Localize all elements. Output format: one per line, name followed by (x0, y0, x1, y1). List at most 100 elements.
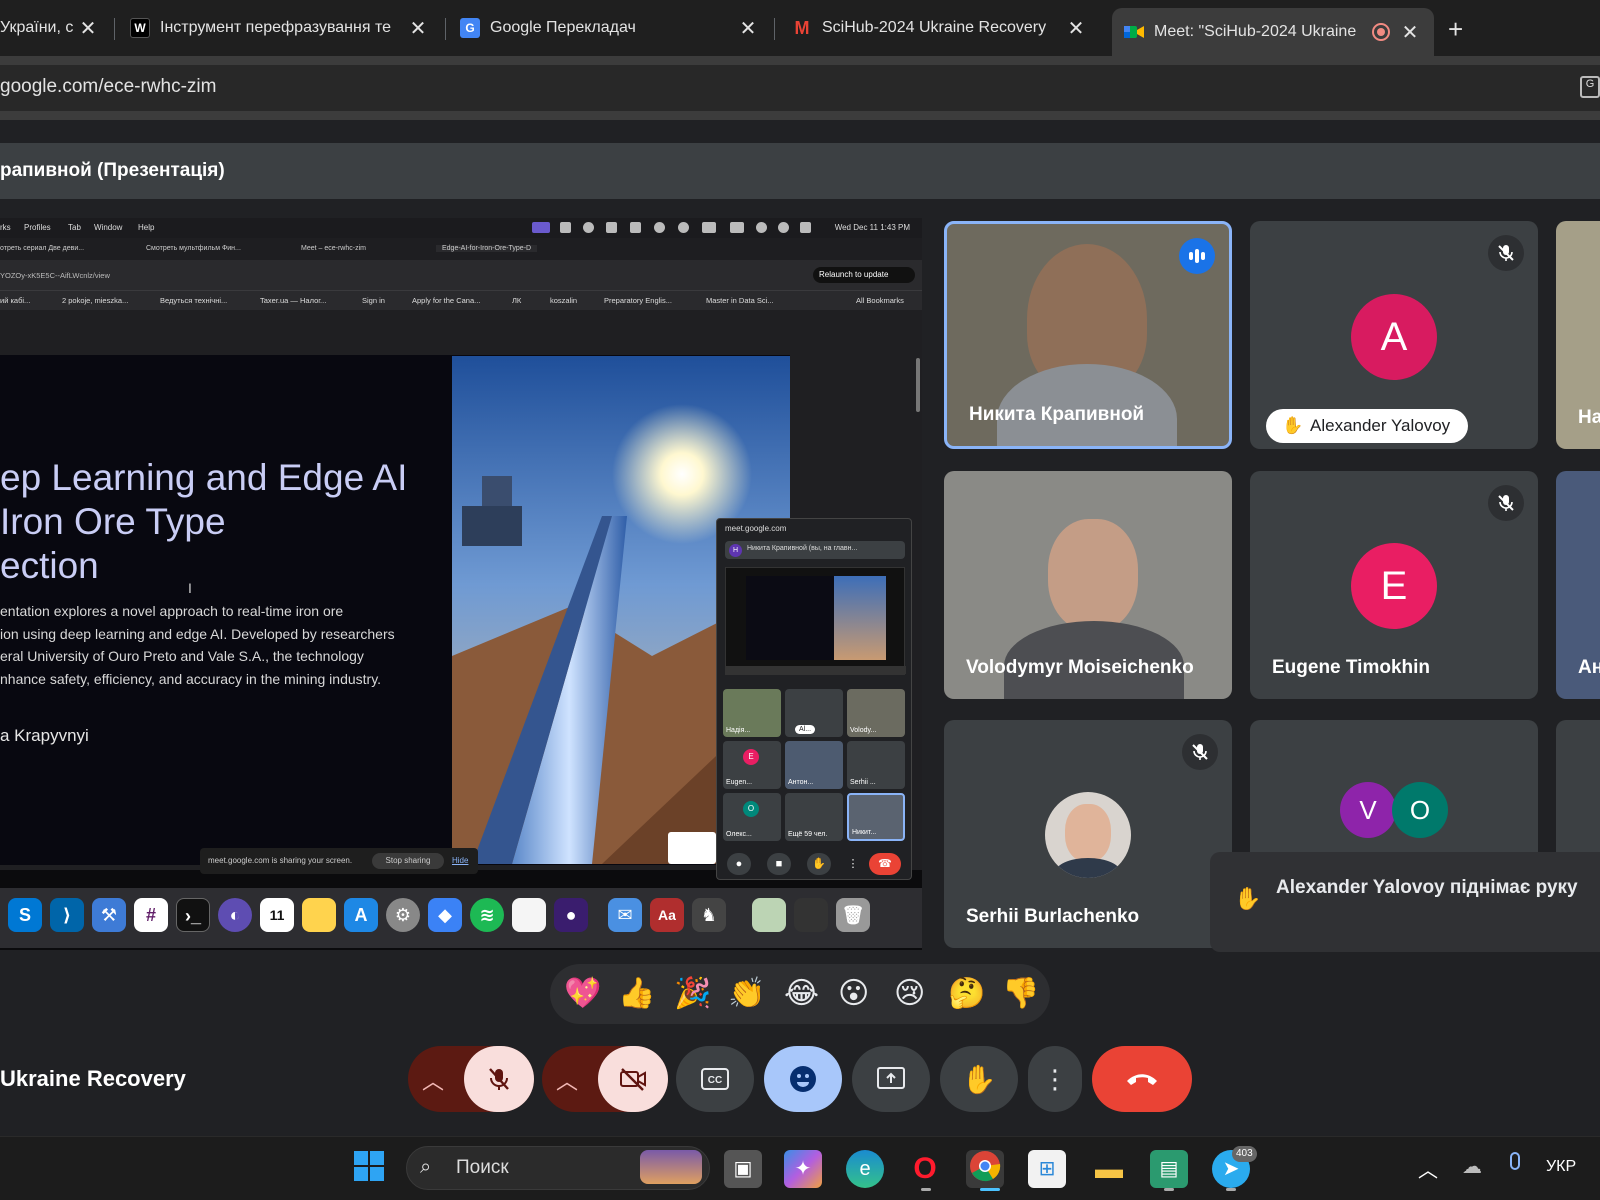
status-icon (583, 222, 594, 233)
reaction-thumbs-down[interactable]: 👎 (1002, 976, 1039, 1011)
tab-title: Google Перекладач (490, 19, 636, 36)
mini-controls: ● ■ ✋ ⋮ ☎ (717, 849, 911, 879)
audio-settings-chevron-icon[interactable]: ︿ (422, 1064, 444, 1096)
close-tab-icon[interactable]: ✕ (736, 16, 760, 41)
tab-paraphrase[interactable]: W Інструмент перефразування те ✕ (130, 8, 430, 48)
participant-tile[interactable]: Никита Крапивной (944, 221, 1232, 449)
reaction-heart[interactable]: 💖 (564, 976, 601, 1011)
close-tab-icon[interactable]: ✕ (76, 16, 100, 41)
app-icon: ◆ (428, 898, 462, 932)
mini-tile: Volody... (847, 689, 905, 737)
mini-meet-window: meet.google.com Никита Крапивной (вы, на… (716, 518, 912, 880)
spotify-icon: ≋ (470, 898, 504, 932)
tab-title: України, с (0, 19, 74, 36)
reaction-thumbs-up[interactable]: 👍 (618, 976, 655, 1011)
tab-meet[interactable]: Meet: "SciHub-2024 Ukraine ✕ (1112, 8, 1434, 56)
raise-hand-button[interactable]: ✋ (940, 1046, 1018, 1112)
google-translate-icon: G (460, 18, 480, 38)
tray-chevron-icon[interactable]: ︿ (1418, 1154, 1438, 1183)
opera-icon[interactable]: O (906, 1150, 944, 1188)
mini-shared-preview (725, 567, 906, 675)
bookmark: ЛК (512, 296, 522, 305)
close-tab-icon[interactable]: ✕ (1398, 20, 1422, 45)
reaction-thinking[interactable]: 🤔 (948, 976, 985, 1011)
reaction-surprised[interactable]: 😮 (838, 976, 869, 1011)
emoji-icon (790, 1066, 816, 1092)
leave-call-button[interactable] (1092, 1046, 1192, 1112)
hand-icon: ✋ (1282, 416, 1304, 435)
menu-item: Help (138, 223, 155, 232)
shared-screen: rks Profiles Tab Window Help Wed Dec 11 … (0, 218, 922, 950)
copilot-icon[interactable]: ✦ (784, 1150, 822, 1188)
bookmark: Sign in (362, 296, 385, 305)
participant-name: Volodymyr Moiseichenko (966, 657, 1194, 678)
status-icon (800, 222, 811, 233)
bookmark: 2 pokoje, mieszka... (62, 296, 129, 305)
camera-toggle-button[interactable] (598, 1046, 668, 1112)
participant-tile[interactable]: Ан (1556, 471, 1600, 699)
keyboard-language[interactable]: УКР (1546, 1158, 1576, 1176)
mini-tile: О Олекс... (723, 793, 781, 841)
reaction-laugh[interactable]: 😂 (784, 976, 819, 1011)
task-view-icon[interactable]: ▣ (724, 1150, 762, 1188)
trash-icon: 🗑 (836, 898, 870, 932)
meet-icon (1124, 22, 1144, 42)
captions-button[interactable]: CC (676, 1046, 754, 1112)
reaction-party[interactable]: 🎉 (674, 976, 711, 1011)
mini-tile: Никит... (847, 793, 905, 841)
participant-tile[interactable]: Serhii Burlachenko (944, 720, 1232, 948)
video-settings-chevron-icon[interactable]: ︿ (556, 1064, 578, 1096)
inner-bookmarks-bar: ий кабі... 2 pokoje, mieszka... Ведуться… (0, 290, 922, 310)
mic-off-icon (1488, 235, 1524, 271)
tab-google-translate[interactable]: G Google Перекладач ✕ (460, 8, 760, 48)
participant-tile[interactable]: Volodymyr Moiseichenko (944, 471, 1232, 699)
bookmark: All Bookmarks (856, 296, 904, 305)
status-icon (532, 222, 550, 233)
more-options-button[interactable]: ⋮ (1028, 1046, 1082, 1112)
address-bar[interactable] (0, 65, 1600, 111)
browser-tab-strip: України, с ✕ W Інструмент перефразування… (0, 0, 1600, 56)
address-url[interactable]: google.com/ece-rwhc-zim (0, 76, 216, 98)
new-tab-icon[interactable]: + (1448, 14, 1463, 45)
cloud-off-icon[interactable]: ☁ (1462, 1154, 1482, 1179)
calendar-icon: 11 (260, 898, 294, 932)
present-button[interactable] (852, 1046, 930, 1112)
slack-icon: # (134, 898, 168, 932)
participant-video (1048, 519, 1138, 631)
participant-tile[interactable]: E Eugene Timokhin (1250, 471, 1538, 699)
inner-tab: Meet – ece-rwhc-zim (301, 245, 366, 252)
reaction-sad[interactable]: 😢 (894, 976, 925, 1011)
app-icon[interactable]: ▤ (1150, 1150, 1188, 1188)
mini-tile: Ещё 59 чел. (785, 793, 843, 841)
participant-name: Eugene Timokhin (1272, 657, 1431, 678)
menu-item: Window (94, 223, 123, 232)
white-panel (668, 832, 716, 864)
microphone-in-use-icon[interactable] (1510, 1152, 1520, 1170)
mini-url: meet.google.com (725, 524, 787, 533)
participant-tile[interactable]: A ✋ Alexander Yalovoy (1250, 221, 1538, 449)
status-icon (654, 222, 665, 233)
menu-item: rks (0, 223, 11, 232)
chrome-icon[interactable] (966, 1150, 1004, 1188)
reaction-clap[interactable]: 👏 (728, 976, 765, 1011)
file-explorer-icon[interactable]: ▬ (1090, 1150, 1128, 1188)
tab-gmail[interactable]: M SciHub-2024 Ukraine Recovery ✕ (792, 8, 1088, 48)
close-tab-icon[interactable]: ✕ (1064, 16, 1088, 41)
close-tab-icon[interactable]: ✕ (406, 16, 430, 41)
meeting-name: Ukraine Recovery (0, 1066, 186, 1091)
edge-icon[interactable]: e (846, 1150, 884, 1188)
hand-raise-notification (1210, 852, 1600, 952)
translate-page-icon[interactable]: G (1580, 76, 1600, 98)
tab-title: Meet: "SciHub-2024 Ukraine (1154, 23, 1357, 40)
presentation-banner (0, 143, 1600, 199)
mic-toggle-button[interactable] (464, 1046, 534, 1112)
ms-store-icon[interactable]: ⊞ (1028, 1150, 1066, 1188)
tab-ukraine[interactable]: України, с ✕ (0, 8, 100, 48)
participant-tile[interactable]: На (1556, 221, 1600, 449)
screen-sharing-bar: meet.google.com is sharing your screen. … (200, 848, 478, 874)
participant-name: Serhii Burlachenko (966, 906, 1140, 927)
mail-icon: ✉ (608, 898, 642, 932)
windows-start-icon[interactable] (350, 1150, 388, 1188)
search-highlight-icon (640, 1150, 702, 1184)
reactions-button[interactable] (764, 1046, 842, 1112)
